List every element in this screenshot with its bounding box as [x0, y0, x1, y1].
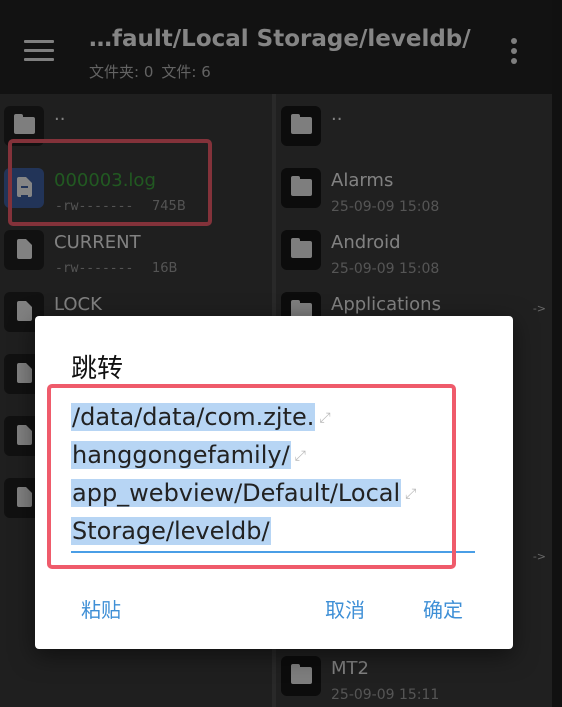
- path-line: Storage/leveldb/: [71, 517, 271, 545]
- screen-edge: [552, 0, 562, 707]
- wrap-icon: ⤢: [405, 486, 417, 502]
- ok-button[interactable]: 确定: [423, 594, 463, 623]
- path-line: hanggongefamily/⤢: [71, 437, 306, 473]
- wrap-icon: ⤢: [294, 448, 306, 464]
- path-line: /data/data/com.zjte. ⤢: [71, 399, 331, 435]
- jump-dialog: 跳转 /data/data/com.zjte. ⤢ hanggongefamily…: [35, 316, 513, 649]
- wrap-icon: ⤢: [319, 410, 331, 426]
- path-input[interactable]: /data/data/com.zjte. ⤢ hanggongefamily/⤢ …: [71, 399, 475, 549]
- input-underline: [71, 551, 475, 553]
- paste-button[interactable]: 粘贴: [81, 594, 121, 623]
- cancel-button[interactable]: 取消: [325, 594, 365, 623]
- dialog-title: 跳转: [71, 354, 124, 384]
- path-line: app_webview/Default/Local ⤢: [71, 475, 416, 511]
